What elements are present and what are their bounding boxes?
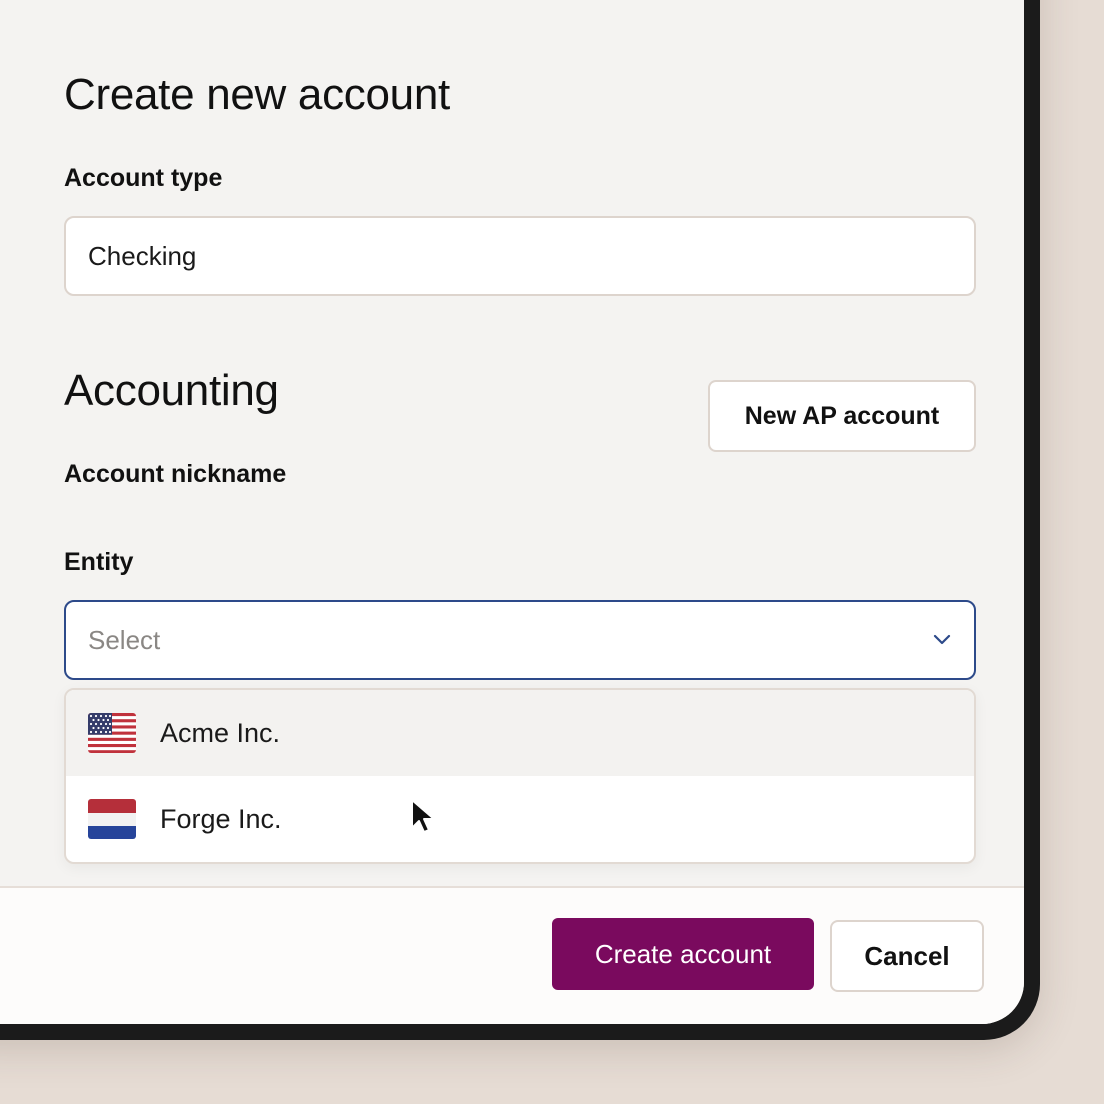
device-frame: Create new account Account type Checking… — [0, 0, 1040, 1040]
account-type-value: Checking — [88, 240, 197, 271]
entity-option-forge[interactable]: Forge Inc. — [66, 776, 974, 862]
entity-label: Entity — [64, 548, 134, 576]
page-title: Create new account — [64, 70, 450, 119]
entity-select-placeholder: Select — [88, 624, 161, 655]
netherlands-flag-icon — [88, 799, 136, 839]
entity-option-label: Forge Inc. — [160, 803, 282, 834]
entity-select[interactable]: Select — [64, 600, 976, 680]
new-ap-account-button[interactable]: New AP account — [708, 380, 976, 452]
accounting-section-title: Accounting — [64, 366, 279, 415]
entity-dropdown-menu: Acme Inc. Forge Inc. — [64, 688, 976, 864]
entity-option-acme[interactable]: Acme Inc. — [66, 690, 974, 776]
entity-option-label: Acme Inc. — [160, 717, 281, 748]
account-type-label: Account type — [64, 164, 223, 192]
account-nickname-label: Account nickname — [64, 460, 287, 488]
modal-screen: Create new account Account type Checking… — [0, 0, 1024, 1024]
create-account-button[interactable]: Create account — [552, 918, 814, 990]
cancel-button[interactable]: Cancel — [830, 920, 984, 992]
us-flag-icon — [88, 713, 136, 753]
chevron-down-icon[interactable] — [932, 634, 952, 646]
account-type-field[interactable]: Checking — [64, 216, 976, 296]
mouse-cursor-icon — [410, 798, 438, 839]
